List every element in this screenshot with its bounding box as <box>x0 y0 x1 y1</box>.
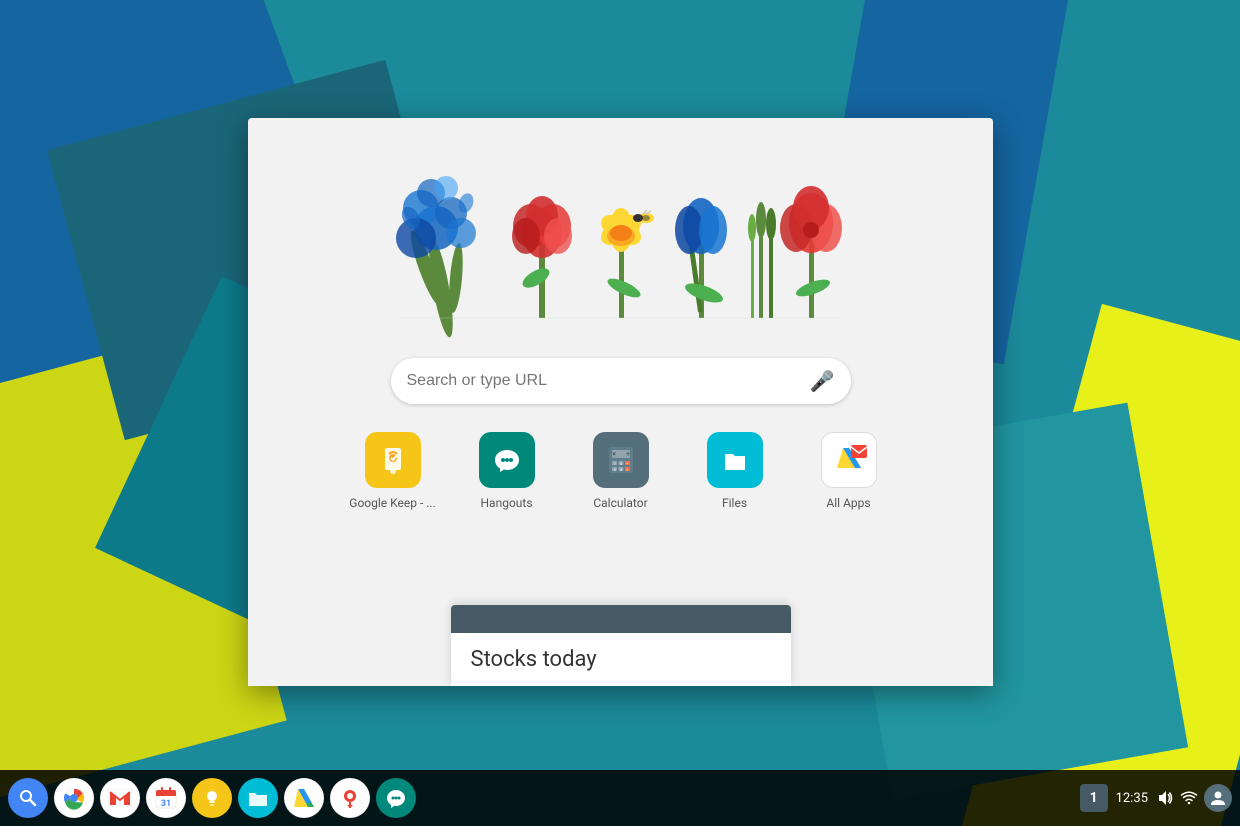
taskbar-hangouts-icon[interactable] <box>376 778 416 818</box>
status-icons <box>1156 784 1232 812</box>
taskbar-search-icon[interactable] <box>8 778 48 818</box>
stocks-body: Stocks today <box>451 633 791 686</box>
app-shortcut-keep[interactable]: Google Keep - ... <box>348 432 438 510</box>
app-shortcuts: Google Keep - ... Hangouts <box>348 432 894 510</box>
search-bar[interactable]: 🎤 <box>391 358 851 404</box>
taskbar-chrome-icon[interactable] <box>54 778 94 818</box>
browser-content: 🎤 Google Keep - ... <box>248 118 993 686</box>
calculator-icon: ÷ × 7 8 4 5 + = <box>593 432 649 488</box>
stocks-title: Stocks today <box>471 647 597 672</box>
volume-icon[interactable] <box>1156 789 1174 807</box>
files-label: Files <box>722 496 747 510</box>
doodle-svg <box>381 148 861 338</box>
hangouts-icon <box>479 432 535 488</box>
hangouts-label: Hangouts <box>480 496 532 510</box>
allapps-icon <box>821 432 877 488</box>
keep-label: Google Keep - ... <box>349 496 435 510</box>
svg-text:÷: ÷ <box>626 450 630 458</box>
app-shortcut-allapps[interactable]: All Apps <box>804 432 894 510</box>
svg-text:=: = <box>626 467 628 472</box>
microphone-icon[interactable]: 🎤 <box>810 369 835 393</box>
user-avatar[interactable] <box>1204 784 1232 812</box>
taskbar-files-icon[interactable] <box>238 778 278 818</box>
google-doodle <box>288 138 953 338</box>
app-shortcut-hangouts[interactable]: Hangouts <box>462 432 552 510</box>
files-icon <box>707 432 763 488</box>
stocks-header <box>451 605 791 633</box>
wifi-icon[interactable] <box>1180 789 1198 807</box>
taskbar-icons: 31 <box>8 778 1080 818</box>
app-shortcut-calculator[interactable]: ÷ × 7 8 4 5 + = <box>576 432 666 510</box>
taskbar-keep-icon[interactable] <box>192 778 232 818</box>
search-input[interactable] <box>407 372 810 390</box>
svg-text:31: 31 <box>161 799 171 809</box>
browser-window: 🎤 Google Keep - ... <box>248 118 993 686</box>
taskbar-right: 1 12:35 <box>1080 784 1232 812</box>
svg-text:×: × <box>612 450 616 458</box>
app-shortcut-files[interactable]: Files <box>690 432 780 510</box>
calculator-label: Calculator <box>593 496 647 510</box>
stocks-card: Stocks today <box>451 605 791 686</box>
workspace-indicator[interactable]: 1 <box>1080 784 1108 812</box>
taskbar-gmail-icon[interactable] <box>100 778 140 818</box>
taskbar-drive-icon[interactable] <box>284 778 324 818</box>
keep-icon <box>365 432 421 488</box>
taskbar-maps-icon[interactable] <box>330 778 370 818</box>
allapps-label: All Apps <box>826 496 870 510</box>
taskbar-calendar-icon[interactable]: 31 <box>146 778 186 818</box>
time-display: 12:35 <box>1116 791 1148 806</box>
taskbar: 31 <box>0 770 1240 826</box>
